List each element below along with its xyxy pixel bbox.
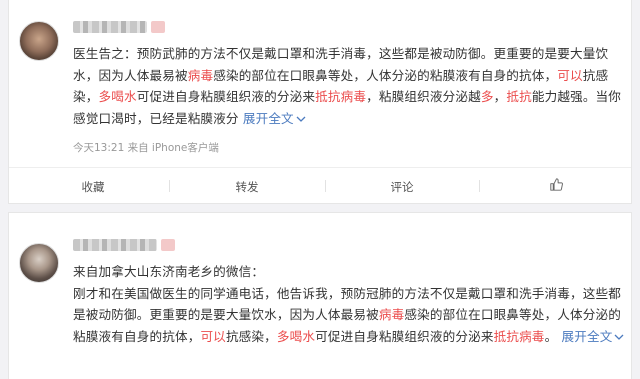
highlighted-keyword[interactable]: 多喝水: [99, 89, 137, 104]
highlighted-keyword[interactable]: 多喝水: [277, 329, 315, 344]
weibo-post-card: 医生告之：预防武肺的方法不仅是戴口罩和洗手消毒，这些都是被动防御。更重要的是要大…: [8, 0, 632, 204]
post-text: 医生告之：预防武肺的方法不仅是戴口罩和洗手消毒，这些都是被动防御。更重要的是要大…: [73, 43, 629, 129]
highlighted-keyword[interactable]: 抵抗病毒: [315, 89, 366, 104]
highlighted-keyword[interactable]: 抵抗病毒: [494, 329, 545, 344]
username-blurred[interactable]: [73, 239, 157, 251]
repost-button[interactable]: 转发: [236, 179, 259, 195]
highlighted-keyword[interactable]: 多: [481, 89, 494, 104]
highlighted-keyword[interactable]: 抵抗: [506, 89, 532, 104]
text-segment: 感染的部位在口眼鼻等处，人体分泌的粘膜液有自身的抗体，: [213, 67, 558, 83]
action-bar: 收藏 转发 评论: [9, 175, 631, 197]
highlighted-keyword[interactable]: 可以: [557, 68, 583, 83]
separator: [325, 180, 326, 192]
chevron-down-icon: [614, 334, 624, 340]
user-badge-icon: [161, 239, 175, 251]
text-segment: ，粘膜组织液分泌越: [366, 89, 481, 104]
thumbs-up-icon[interactable]: [550, 178, 563, 191]
chevron-down-icon: [296, 116, 306, 122]
expand-full-text-link[interactable]: 展开全文: [243, 111, 306, 126]
weibo-post-card: 来自加拿大山东济南老乡的微信： 刚才和在美国做医生的同学通电话，他告诉我，预防冠肺…: [8, 212, 632, 379]
collect-button[interactable]: 收藏: [82, 179, 105, 195]
user-badge-icon: [151, 21, 165, 33]
highlighted-keyword[interactable]: 可以: [200, 329, 226, 344]
expand-label: 展开全文: [242, 110, 294, 126]
separator: [479, 180, 480, 192]
highlighted-keyword[interactable]: 病毒: [379, 307, 405, 322]
divider: [9, 167, 631, 168]
text-segment: ，: [493, 89, 507, 104]
expand-full-text-link[interactable]: 展开全文: [561, 329, 624, 344]
text-segment: 可促进自身粘膜组织液的分泌来: [136, 89, 316, 104]
post-text: 来自加拿大山东济南老乡的微信： 刚才和在美国做医生的同学通电话，他告诉我，预防冠肺…: [73, 261, 629, 347]
avatar[interactable]: [19, 21, 59, 61]
avatar[interactable]: [19, 243, 59, 283]
comment-button[interactable]: 评论: [391, 179, 414, 195]
separator: [169, 180, 170, 192]
text-segment: 来自加拿大山东济南老乡的微信：: [73, 264, 265, 279]
text-segment: 。: [544, 328, 558, 344]
post-meta: 今天13:21 来自 iPhone客户端: [73, 142, 219, 154]
text-segment: 抗感染，: [225, 328, 277, 344]
username-blurred[interactable]: [73, 21, 147, 33]
expand-label: 展开全文: [561, 328, 613, 344]
highlighted-keyword[interactable]: 病毒: [188, 68, 214, 83]
text-segment: 可促进自身粘膜组织液的分泌来: [315, 328, 494, 344]
